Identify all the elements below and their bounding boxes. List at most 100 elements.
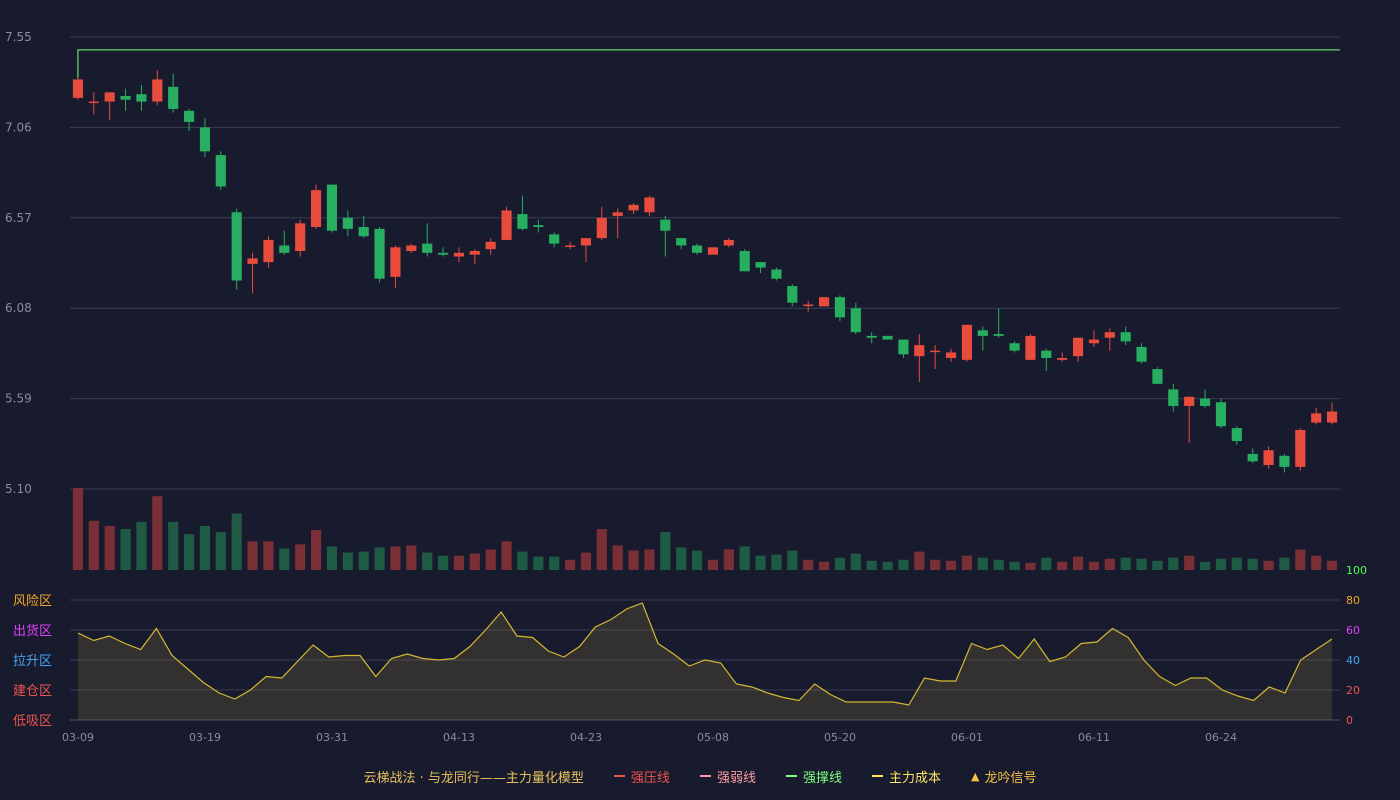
volume-bar: [215, 532, 226, 570]
candle-body: [422, 243, 433, 253]
volume-bar: [1152, 560, 1163, 570]
candle-body: [152, 79, 163, 102]
candle-body: [183, 110, 195, 122]
legend-label: 强撑线: [802, 770, 842, 786]
volume-bar: [850, 553, 861, 570]
strong-support-swatch: [785, 775, 797, 777]
legend-item-dragon-signal[interactable]: ▲ 龙吟信号: [971, 767, 1036, 786]
volume-bar: [152, 496, 163, 570]
candle-body: [803, 304, 814, 307]
legend-label: 强弱线: [716, 770, 756, 786]
candle-body: [390, 247, 401, 277]
candle-body: [168, 86, 179, 109]
volume-bar: [168, 521, 179, 570]
volume-bar: [580, 552, 592, 570]
candle-body: [1199, 398, 1211, 406]
volume-bar: [961, 555, 973, 570]
strong-pressure-swatch: [613, 775, 625, 777]
volume-bar: [342, 552, 353, 570]
volume-bar: [1231, 557, 1242, 570]
candle-body: [755, 262, 766, 268]
volume-bar: [88, 520, 99, 570]
x-tick-label: 03-09: [62, 731, 94, 744]
volume-bar: [1041, 557, 1052, 570]
candle-body: [739, 251, 750, 272]
zone-label: 低吸区: [13, 714, 52, 729]
candle-body: [787, 286, 798, 303]
strength-line-swatch: [699, 775, 711, 777]
volume-bar: [120, 529, 131, 570]
volume-bar: [945, 560, 957, 570]
volume-bar: [787, 550, 798, 570]
volume-bar: [1136, 558, 1147, 570]
x-tick-label: 05-08: [697, 731, 729, 744]
volume-bar: [1215, 558, 1227, 570]
candle-body: [485, 241, 496, 250]
candle-body: [1168, 389, 1179, 406]
candle-body: [295, 223, 306, 252]
volume-bar: [485, 549, 496, 570]
legend-label: 主力成本: [888, 770, 941, 786]
volume-bar: [1311, 555, 1322, 570]
candle-body: [136, 94, 147, 102]
candle-body: [1072, 337, 1084, 357]
x-tick-label: 03-31: [316, 731, 348, 744]
candle-body: [279, 245, 290, 253]
candle-body: [1279, 455, 1290, 467]
legend-item-main-cost[interactable]: 主力成本: [871, 767, 941, 786]
candle-body: [818, 297, 830, 307]
volume-bar: [136, 521, 147, 570]
osc-tick-label: 60: [1346, 624, 1360, 637]
triangle-icon: ▲: [970, 769, 980, 783]
candle-body: [326, 184, 338, 231]
candle-body: [1184, 396, 1195, 406]
volume-bar: [596, 529, 607, 570]
price-tick-label: 6.08: [5, 301, 32, 315]
volume-bar: [469, 553, 480, 570]
candle-body: [1025, 335, 1036, 360]
volume-bar: [295, 544, 306, 570]
osc-tick-label: 20: [1346, 684, 1360, 697]
zone-label: 拉升区: [13, 654, 52, 669]
candle-body: [1295, 429, 1306, 467]
candle-body: [342, 217, 353, 229]
legend-title: 云梯战法 · 与龙同行——主力量化模型: [363, 770, 584, 786]
candle-body: [707, 247, 719, 255]
legend-item-strong-pressure[interactable]: 强压线: [613, 767, 670, 786]
volume-bar: [72, 488, 84, 570]
volume-bar: [818, 561, 830, 570]
price-tick-label: 7.06: [5, 120, 32, 134]
volume-bar: [1247, 558, 1258, 570]
volume-bar: [866, 560, 877, 570]
x-tick-label: 05-20: [824, 731, 856, 744]
volume-bar: [199, 525, 211, 570]
volume-bar: [977, 557, 988, 570]
legend-item-strength-line[interactable]: 强弱线: [699, 767, 756, 786]
candle-body: [1247, 453, 1258, 462]
volume-bar: [723, 549, 734, 570]
candle-body: [215, 155, 226, 187]
osc-tick-label: 0: [1346, 714, 1353, 727]
volume-bar: [803, 559, 814, 570]
candle-body: [771, 269, 782, 279]
candle-body: [993, 334, 1004, 336]
volume-bar: [993, 559, 1004, 570]
candle-body: [898, 339, 909, 355]
volume-bar: [406, 545, 417, 570]
volume-bar: [1104, 558, 1115, 570]
candle-body: [930, 350, 941, 353]
volume-bar: [422, 552, 433, 570]
x-tick-label: 04-13: [443, 731, 475, 744]
candle-body: [676, 238, 687, 246]
candle-body: [517, 214, 528, 229]
volume-bar: [549, 556, 560, 570]
volume-bar: [914, 551, 925, 570]
candle-body: [231, 212, 242, 281]
volume-bar: [358, 551, 369, 570]
candle-body: [1326, 411, 1338, 423]
candle-body: [1041, 350, 1052, 359]
volume-bar: [1199, 561, 1211, 570]
volume-bar: [564, 559, 576, 570]
legend-item-strong-support[interactable]: 强撑线: [785, 767, 842, 786]
volume-bar: [739, 546, 750, 570]
